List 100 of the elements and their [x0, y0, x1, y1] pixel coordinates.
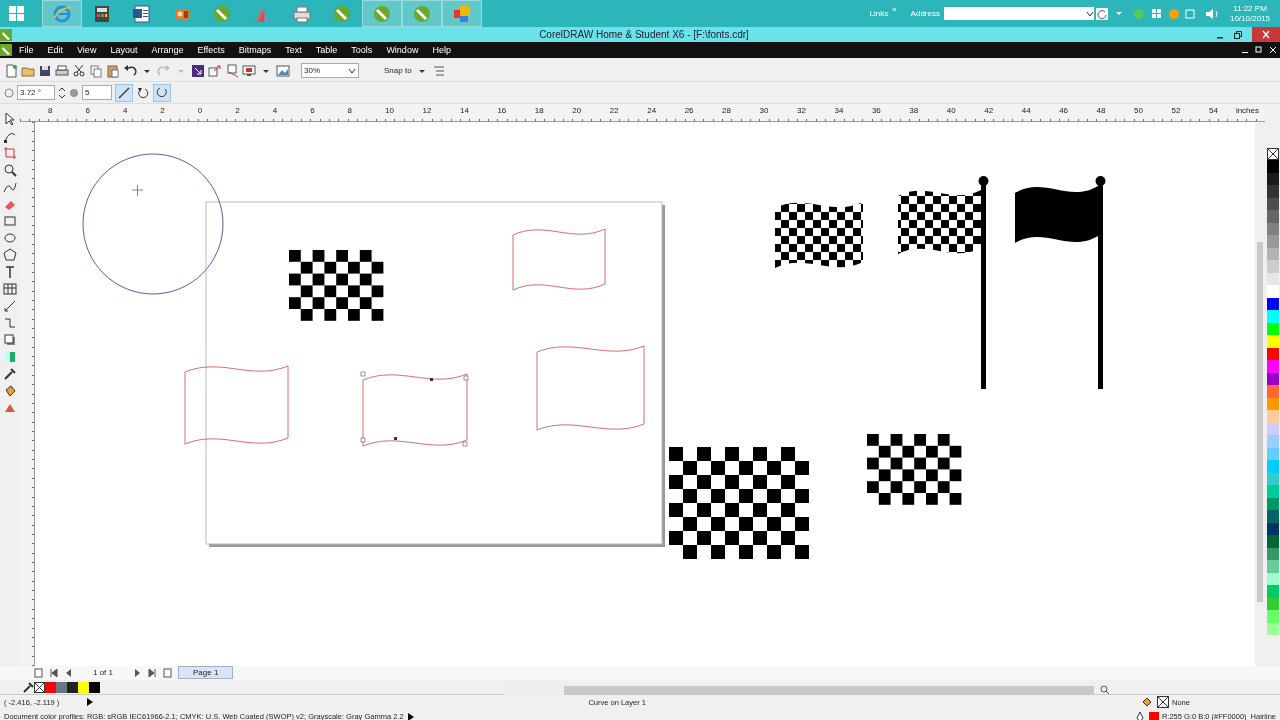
pen-icon[interactable]	[115, 83, 133, 102]
import-icon[interactable]	[191, 63, 205, 78]
freehand-icon[interactable]	[3, 180, 17, 194]
color-swatch[interactable]	[67, 681, 78, 693]
menu-item[interactable]: Arrange	[144, 42, 191, 58]
pointer-icon[interactable]	[3, 112, 17, 126]
color-swatch[interactable]	[1266, 560, 1279, 573]
eyedropper-icon[interactable]	[22, 681, 34, 693]
next-page-icon[interactable]	[133, 667, 142, 678]
shadow-icon[interactable]	[3, 333, 17, 347]
refresh-icon[interactable]	[1095, 7, 1108, 20]
menu-item[interactable]: Table	[308, 42, 345, 58]
previous-page-icon[interactable]	[64, 667, 73, 678]
checkerboard[interactable]	[669, 447, 809, 559]
ruler-label: 6	[310, 105, 315, 117]
page-count: 1 of 1	[93, 666, 113, 679]
menu-item[interactable]: Window	[379, 42, 426, 58]
color-swatch[interactable]	[1266, 610, 1279, 623]
color-swatch[interactable]	[1266, 160, 1279, 173]
color-swatch[interactable]	[1266, 335, 1279, 348]
scroll-thumb[interactable]	[1257, 242, 1263, 602]
color-swatch[interactable]	[1266, 535, 1279, 548]
color-swatch[interactable]	[1266, 310, 1279, 323]
selected-wavy-flag-outline[interactable]	[360, 371, 469, 447]
color-swatch[interactable]	[1266, 210, 1279, 223]
menu-item[interactable]: Help	[425, 42, 458, 58]
snap-to-dropdown[interactable]: Snap to	[384, 64, 412, 77]
eyedropper-icon[interactable]	[3, 367, 17, 381]
rotate-left-icon[interactable]	[136, 85, 150, 100]
export-icon[interactable]	[208, 63, 222, 78]
color-swatch[interactable]	[78, 681, 89, 693]
restore-icon[interactable]	[1234, 30, 1242, 39]
menu-item[interactable]: Tools	[344, 42, 380, 58]
color-swatch[interactable]	[1266, 360, 1279, 373]
menu-item[interactable]: Layout	[103, 42, 145, 58]
menu-item[interactable]: View	[70, 42, 104, 58]
menu-item[interactable]: File	[12, 42, 41, 58]
play-icon[interactable]	[407, 712, 414, 720]
menu-item[interactable]: Effects	[190, 42, 232, 58]
bucket-icon[interactable]	[3, 384, 17, 398]
color-swatch[interactable]	[1266, 185, 1279, 198]
color-swatch[interactable]	[1266, 385, 1279, 398]
menu-item[interactable]: Edit	[40, 42, 71, 58]
color-swatch[interactable]	[56, 681, 67, 693]
dimension-icon[interactable]	[3, 299, 17, 313]
menu-item[interactable]: Bitmaps	[231, 42, 279, 58]
spinner-icon[interactable]	[58, 85, 66, 100]
no-color-swatch[interactable]	[1266, 148, 1279, 160]
checkered-flag-with-pole[interactable]	[898, 176, 989, 389]
color-swatch[interactable]	[89, 681, 100, 693]
color-swatch[interactable]	[1266, 485, 1279, 498]
color-swatch[interactable]	[1266, 260, 1279, 273]
color-swatch[interactable]	[45, 681, 56, 693]
zoom-icon[interactable]	[1100, 685, 1110, 695]
printer-icon[interactable]	[55, 63, 69, 78]
first-page-icon[interactable]	[49, 667, 58, 678]
color-swatch[interactable]	[1266, 285, 1279, 298]
color-swatch[interactable]	[1266, 510, 1279, 523]
angle-field[interactable]: 3.72 °	[17, 85, 55, 100]
text-tool-icon[interactable]	[3, 265, 17, 279]
menu-item[interactable]: Text	[278, 42, 309, 58]
checkerboard[interactable]	[289, 250, 384, 321]
monitor-icon[interactable]	[242, 63, 256, 78]
color-swatch[interactable]	[1266, 235, 1279, 248]
last-page-icon[interactable]	[148, 667, 157, 678]
page-add-icon[interactable]	[163, 667, 172, 678]
undo-icon[interactable]	[123, 63, 137, 78]
ruler-label: 20	[572, 105, 582, 117]
page-tab[interactable]: Page 1	[178, 666, 234, 679]
magnifier-icon[interactable]	[3, 163, 17, 177]
page-add-icon[interactable]	[34, 667, 43, 678]
paste-icon[interactable]	[106, 63, 120, 78]
checkered-flag[interactable]	[775, 202, 863, 268]
zoom-dropdown[interactable]: 30%	[301, 63, 359, 78]
color-swatch[interactable]	[1266, 410, 1279, 423]
color-swatch[interactable]	[1266, 435, 1279, 448]
color-swatch[interactable]	[1266, 460, 1279, 473]
address-field[interactable]	[943, 7, 1094, 20]
table-icon[interactable]	[3, 282, 17, 296]
ellipse-icon[interactable]	[3, 231, 17, 245]
copy-icon[interactable]	[89, 63, 103, 78]
circle-outline[interactable]	[82, 153, 224, 295]
steps-field[interactable]: 5	[82, 85, 112, 100]
horizontal-scrollbar[interactable]	[504, 685, 1094, 695]
close-icon[interactable]	[1252, 27, 1280, 42]
ruler-label: 22	[609, 105, 619, 117]
polygon-icon[interactable]	[3, 248, 17, 262]
no-color-swatch[interactable]	[34, 681, 45, 693]
checkerboard[interactable]	[867, 434, 962, 505]
scissors-icon[interactable]	[72, 63, 86, 78]
play-icon[interactable]	[87, 698, 94, 707]
publish-icon[interactable]	[225, 63, 239, 78]
flag-with-pole[interactable]	[1015, 176, 1106, 389]
image-icon[interactable]	[276, 63, 290, 78]
save-icon[interactable]	[38, 63, 52, 78]
new-document-icon[interactable]	[4, 63, 18, 78]
rectangle-icon[interactable]	[3, 214, 17, 228]
rotate-right-icon[interactable]	[153, 83, 171, 102]
color-swatch[interactable]	[1266, 585, 1279, 598]
address-label: Address	[910, 7, 940, 20]
